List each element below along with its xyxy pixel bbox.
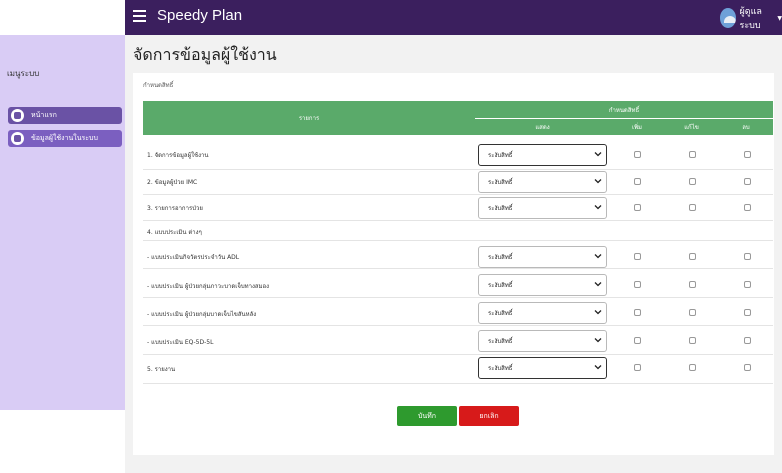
column-header-delete: ลบ (719, 118, 773, 135)
select-value: ระงับสิทธิ์ (488, 254, 513, 261)
select-value: ระงับสิทธิ์ (488, 282, 513, 289)
row-divider (143, 354, 773, 355)
row-divider (143, 220, 773, 221)
row-label: - แบบประเมินกิจวัตรประจำวัน ADL (147, 254, 240, 261)
sidebar: เมนูระบบ หน้าแรก ข้อมูลผู้ใช้งานในระบบ (0, 35, 125, 410)
select-value: ระงับสิทธิ์ (488, 152, 513, 159)
checkbox-delete[interactable] (744, 204, 751, 211)
checkbox-edit[interactable] (689, 204, 696, 211)
checkbox-add[interactable] (634, 253, 641, 260)
checkbox-edit[interactable] (689, 364, 696, 371)
chevron-down-icon (594, 179, 602, 184)
sidebar-item-label: ข้อมูลผู้ใช้งานในระบบ (31, 134, 98, 142)
checkbox-edit[interactable] (689, 178, 696, 185)
row-label: 4. แบบประเมิน ต่างๆ (147, 229, 202, 236)
column-header-add: เพิ่ม (610, 118, 664, 135)
user-name: ผู้ดูแลระบบ (739, 7, 762, 31)
checkbox-edit[interactable] (689, 281, 696, 288)
permission-select[interactable]: ระงับสิทธิ์ (478, 197, 607, 219)
sidebar-item-label: หน้าแรก (31, 111, 57, 119)
chevron-down-icon (594, 254, 602, 259)
users-gear-icon (11, 132, 24, 145)
column-header-permission: กำหนดสิทธิ์ (475, 101, 773, 118)
row-divider (143, 194, 773, 195)
user-menu[interactable]: ผู้ดูแลระบบ ▼ (720, 7, 782, 31)
row-divider (143, 169, 773, 170)
chevron-down-icon (594, 310, 602, 315)
checkbox-delete[interactable] (744, 364, 751, 371)
row-label: 1. จัดการข้อมูลผู้ใช้งาน (147, 152, 209, 159)
checkbox-delete[interactable] (744, 309, 751, 316)
sidebar-item-home[interactable]: หน้าแรก (8, 107, 122, 124)
checkbox-delete[interactable] (744, 281, 751, 288)
select-value: ระงับสิทธิ์ (488, 310, 513, 317)
home-icon (11, 109, 24, 122)
row-divider (143, 383, 773, 384)
row-divider (143, 297, 773, 298)
select-value: ระงับสิทธิ์ (488, 179, 513, 186)
row-divider (143, 268, 773, 269)
row-divider (143, 325, 773, 326)
footer-area (125, 455, 782, 473)
chevron-down-icon: ▼ (777, 14, 782, 22)
checkbox-edit[interactable] (689, 309, 696, 316)
column-header-list: รายการ (143, 101, 475, 135)
checkbox-add[interactable] (634, 151, 641, 158)
row-label: - แบบประเมิน ผู้ป่วยกลุ่มภาวะบาดเจ็บทางส… (147, 283, 270, 290)
column-header-show: แสดง (475, 118, 610, 135)
checkbox-add[interactable] (634, 337, 641, 344)
sidebar-item-users[interactable]: ข้อมูลผู้ใช้งานในระบบ (8, 130, 122, 147)
checkbox-delete[interactable] (744, 151, 751, 158)
checkbox-add[interactable] (634, 204, 641, 211)
top-navbar (0, 0, 782, 35)
breadcrumb: กำหนดสิทธิ์ (143, 82, 174, 89)
checkbox-add[interactable] (634, 309, 641, 316)
row-label: - แบบประเมิน ผู้ป่วยกลุ่มบาดเจ็บไขสันหลั… (147, 311, 257, 318)
chevron-down-icon (594, 282, 602, 287)
permission-select[interactable]: ระงับสิทธิ์ (478, 274, 607, 296)
menu-toggle-icon[interactable] (133, 10, 146, 24)
permission-select[interactable]: ระงับสิทธิ์ (478, 144, 607, 166)
chevron-down-icon (594, 365, 602, 370)
checkbox-add[interactable] (634, 281, 641, 288)
checkbox-add[interactable] (634, 178, 641, 185)
row-divider (143, 240, 773, 241)
checkbox-delete[interactable] (744, 253, 751, 260)
permission-select[interactable]: ระงับสิทธิ์ (478, 171, 607, 193)
chevron-down-icon (594, 152, 602, 157)
permission-select[interactable]: ระงับสิทธิ์ (478, 246, 607, 268)
save-button[interactable]: บันทึก (397, 406, 457, 426)
select-value: ระงับสิทธิ์ (488, 365, 513, 372)
sidebar-heading: เมนูระบบ (7, 69, 40, 78)
app-brand[interactable]: Speedy Plan (157, 7, 242, 24)
select-value: ระงับสิทธิ์ (488, 338, 513, 345)
row-label: 2. ข้อมูลผู้ป่วย IMC (147, 179, 198, 186)
checkbox-edit[interactable] (689, 253, 696, 260)
column-header-edit: แก้ไข (664, 118, 719, 135)
row-label: 3. รายการอาการป่วย (147, 205, 203, 212)
row-label: - แบบประเมิน EQ-5D-5L (147, 339, 214, 346)
permission-select[interactable]: ระงับสิทธิ์ (478, 357, 607, 379)
row-label: 5. รายงาน (147, 366, 176, 373)
checkbox-edit[interactable] (689, 151, 696, 158)
cancel-button[interactable]: ยกเลิก (459, 406, 519, 426)
permission-select[interactable]: ระงับสิทธิ์ (478, 330, 607, 352)
checkbox-add[interactable] (634, 364, 641, 371)
checkbox-delete[interactable] (744, 337, 751, 344)
permission-select[interactable]: ระงับสิทธิ์ (478, 302, 607, 324)
checkbox-edit[interactable] (689, 337, 696, 344)
avatar (720, 8, 737, 28)
select-value: ระงับสิทธิ์ (488, 205, 513, 212)
page-title: จัดการข้อมูลผู้ใช้งาน (133, 45, 277, 64)
chevron-down-icon (594, 205, 602, 210)
chevron-down-icon (594, 338, 602, 343)
checkbox-delete[interactable] (744, 178, 751, 185)
